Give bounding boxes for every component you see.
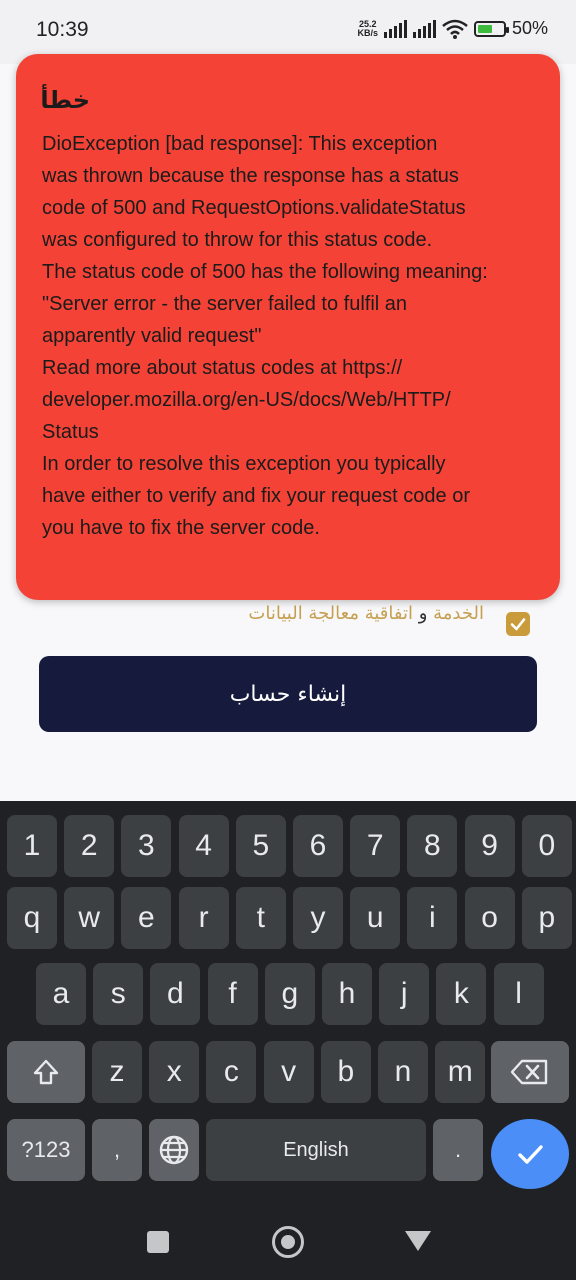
key-m[interactable]: m xyxy=(435,1041,486,1103)
home-button[interactable] xyxy=(272,1226,304,1258)
signal-icon-2 xyxy=(412,19,436,38)
key-t[interactable]: t xyxy=(235,887,286,949)
back-button[interactable] xyxy=(405,1231,431,1251)
globe-icon xyxy=(159,1135,189,1165)
shift-key[interactable] xyxy=(7,1041,85,1103)
key-3[interactable]: 3 xyxy=(121,815,172,877)
key-9[interactable]: 9 xyxy=(464,815,515,877)
key-x[interactable]: x xyxy=(149,1041,200,1103)
check-icon xyxy=(510,618,526,631)
battery-icon xyxy=(473,20,509,37)
consent-conjunction: و xyxy=(413,603,434,624)
key-z[interactable]: z xyxy=(92,1041,142,1103)
key-d[interactable]: d xyxy=(150,963,201,1025)
key-n[interactable]: n xyxy=(378,1041,428,1103)
key-c[interactable]: c xyxy=(206,1041,257,1103)
key-5[interactable]: 5 xyxy=(235,815,286,877)
wifi-icon xyxy=(442,19,468,39)
language-key[interactable] xyxy=(149,1119,199,1181)
service-terms-link[interactable]: الخدمة xyxy=(433,603,484,624)
key-6[interactable]: 6 xyxy=(293,815,343,877)
error-dialog[interactable]: خطأ DioException [bad response]: This ex… xyxy=(16,54,560,600)
enter-key[interactable] xyxy=(491,1119,569,1189)
key-4[interactable]: 4 xyxy=(178,815,229,877)
key-8[interactable]: 8 xyxy=(407,815,458,877)
backspace-icon xyxy=(510,1059,548,1085)
data-processing-agreement-link[interactable]: اتفاقية معالجة البيانات xyxy=(248,603,413,624)
battery-percent: 50% xyxy=(511,18,548,38)
key-h[interactable]: h xyxy=(322,963,372,1025)
key-v[interactable]: v xyxy=(263,1041,314,1103)
key-2[interactable]: 2 xyxy=(64,815,115,877)
create-account-button[interactable]: إنشاء حساب xyxy=(39,656,537,732)
checkmark-icon xyxy=(518,1145,543,1164)
key-j[interactable]: j xyxy=(379,963,430,1025)
key-y[interactable]: y xyxy=(293,887,343,949)
key-f[interactable]: f xyxy=(207,963,258,1025)
key-b[interactable]: b xyxy=(320,1041,371,1103)
terms-consent-text: الخدمة و اتفاقية معالجة البيانات xyxy=(104,602,484,626)
navigation-bar xyxy=(0,1201,576,1280)
recents-button[interactable] xyxy=(147,1231,169,1253)
key-o[interactable]: o xyxy=(464,887,515,949)
space-key[interactable]: English xyxy=(206,1119,426,1181)
error-title: خطأ xyxy=(40,86,90,114)
key-s[interactable]: s xyxy=(93,963,144,1025)
backspace-key[interactable] xyxy=(491,1041,569,1103)
key-a[interactable]: a xyxy=(36,963,86,1025)
key-u[interactable]: u xyxy=(350,887,401,949)
key-g[interactable]: g xyxy=(264,963,315,1025)
net-speed-unit: KB/s xyxy=(357,27,378,38)
status-time: 10:39 xyxy=(36,18,89,41)
key-e[interactable]: e xyxy=(121,887,172,949)
period-key[interactable]: . xyxy=(433,1119,483,1181)
key-r[interactable]: r xyxy=(178,887,229,949)
key-k[interactable]: k xyxy=(436,963,487,1025)
key-1[interactable]: 1 xyxy=(7,815,57,877)
error-message: DioException [bad response]: This except… xyxy=(42,133,488,539)
shift-icon xyxy=(33,1059,59,1085)
net-speed: 25.2 KB/s xyxy=(357,19,378,38)
key-q[interactable]: q xyxy=(7,887,57,949)
key-w[interactable]: w xyxy=(64,887,115,949)
key-i[interactable]: i xyxy=(407,887,458,949)
terms-checkbox[interactable] xyxy=(506,612,530,636)
signal-icon xyxy=(383,19,407,38)
key-0[interactable]: 0 xyxy=(521,815,572,877)
soft-keyboard: 1 2 3 4 5 6 7 8 9 0 q w e r t y u i o p a s d f g h j k l z x c v b n m ?123… xyxy=(0,801,576,1201)
key-p[interactable]: p xyxy=(521,887,572,949)
key-l[interactable]: l xyxy=(493,963,544,1025)
symbols-key[interactable]: ?123 xyxy=(7,1119,85,1181)
comma-key[interactable]: , xyxy=(92,1119,142,1181)
status-icons: 25.2 KB/s 50% xyxy=(357,18,548,39)
key-7[interactable]: 7 xyxy=(350,815,401,877)
